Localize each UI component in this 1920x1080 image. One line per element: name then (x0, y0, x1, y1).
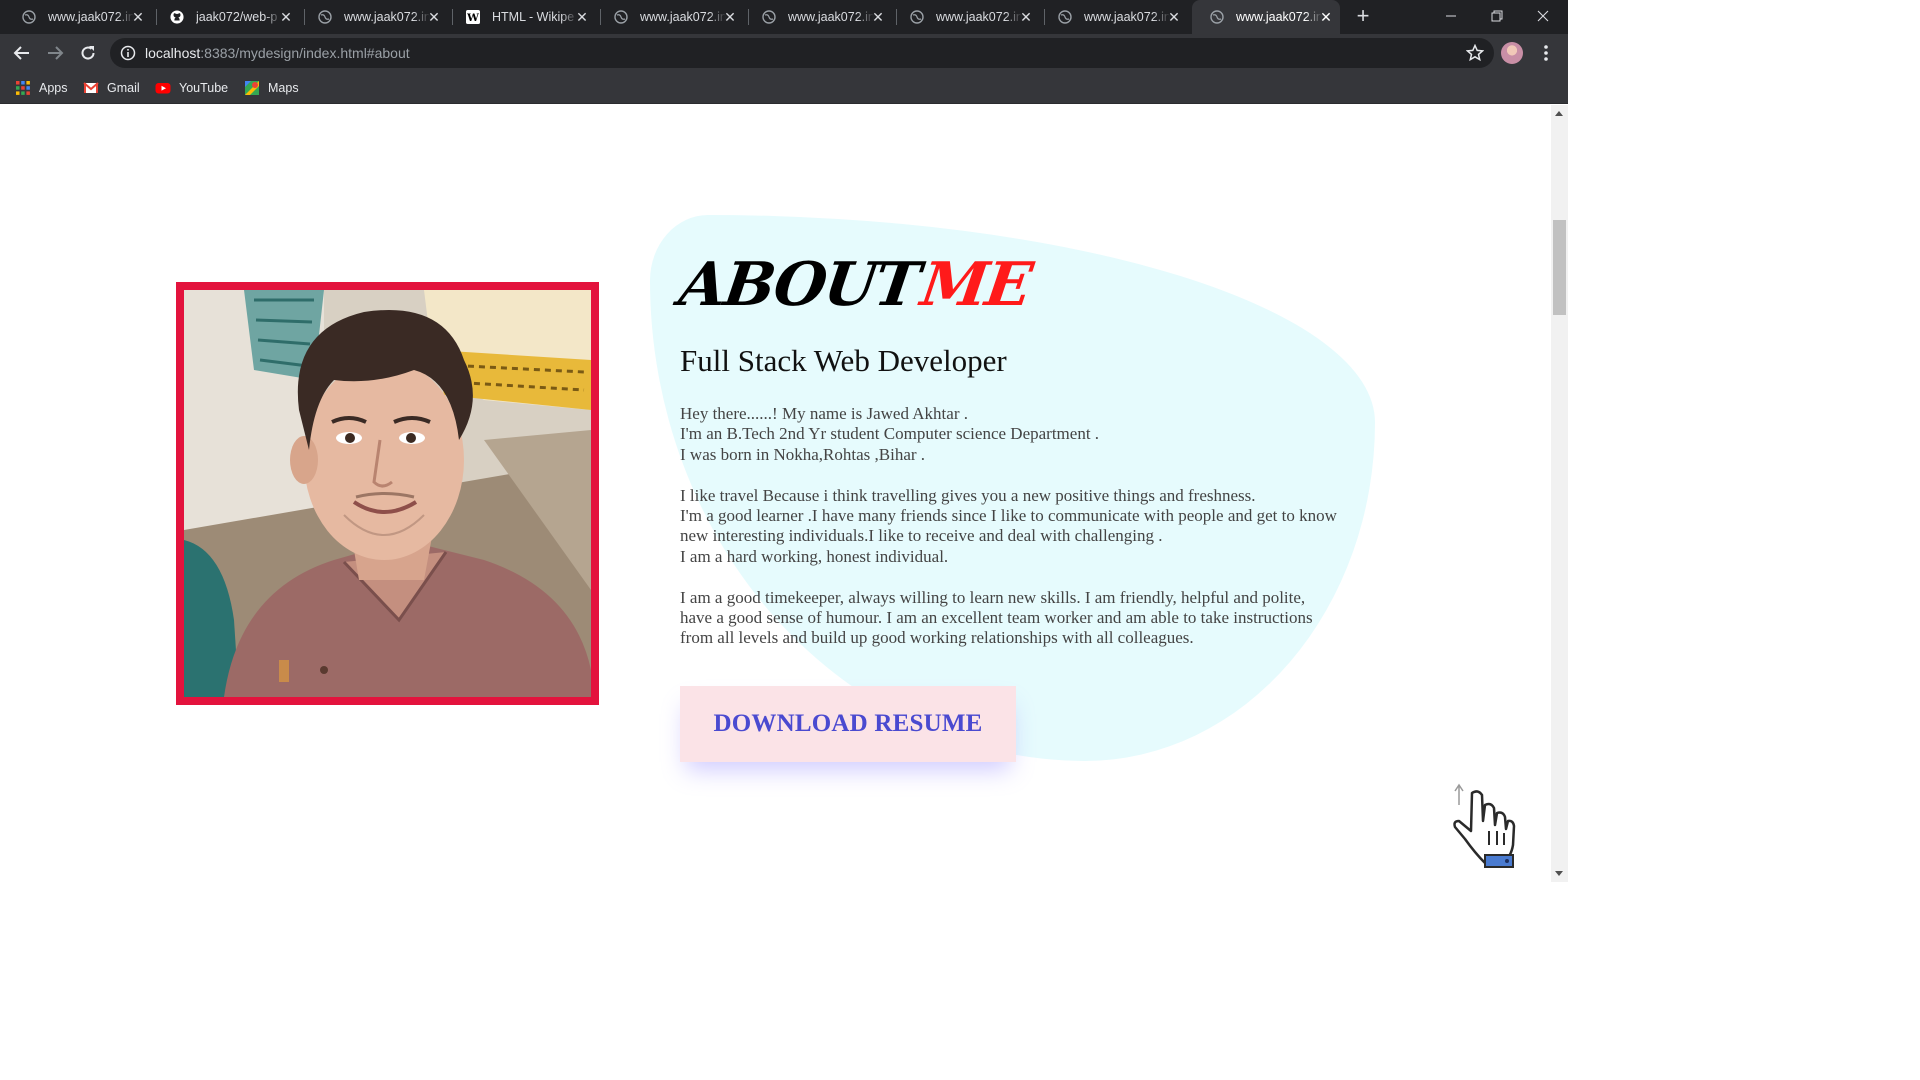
menu-kebab-icon[interactable] (1538, 43, 1554, 63)
tab-active[interactable]: www.jaak072.in ✕ (1192, 0, 1340, 34)
hand-pointer-cursor-icon (1453, 783, 1516, 868)
reload-button[interactable] (76, 41, 100, 65)
tab[interactable]: www.jaak072.in ✕ (596, 0, 744, 34)
close-icon[interactable]: ✕ (1318, 9, 1334, 25)
bio-paragraph: Hey there......! My name is Jawed Akhtar… (680, 404, 1340, 465)
apps-grid-icon (16, 81, 30, 95)
about-heading-word: ABOUT (675, 250, 923, 320)
tab[interactable]: www.jaak072.in ✕ (4, 0, 152, 34)
globe-icon (318, 10, 332, 24)
tab-title: www.jaak072.in (1236, 10, 1322, 24)
bio-line: I am a good timekeeper, always willing t… (680, 587, 1313, 648)
restore-icon (1491, 10, 1503, 22)
bio-line: I'm a good learner .I have many friends … (680, 506, 1337, 546)
globe-icon (1058, 10, 1072, 24)
globe-icon (910, 10, 924, 24)
tab-strip: www.jaak072.in ✕ jaak072/web-p ✕ www.jaa… (0, 0, 1568, 34)
bio-line: I like travel Because i think travelling… (680, 485, 1256, 505)
tab-title: www.jaak072.in (640, 10, 726, 24)
bookmarks-bar: Apps Gmail YouTube Maps (0, 72, 1568, 104)
bookmark-star-icon (1466, 44, 1484, 62)
close-icon[interactable]: ✕ (870, 9, 886, 25)
url-host: localhost (145, 45, 201, 61)
tab[interactable]: www.jaak072.in ✕ (1040, 0, 1188, 34)
about-heading-accent: ME (916, 250, 1035, 320)
close-icon[interactable]: ✕ (722, 9, 738, 25)
download-resume-button[interactable]: DOWNLOAD RESUME (680, 686, 1016, 762)
about-heading: ABOUTME (675, 250, 1035, 320)
globe-icon (1210, 10, 1224, 24)
bio-line: Hey there......! My name is Jawed Akhtar… (680, 404, 968, 423)
tab-title: www.jaak072.in (344, 10, 430, 24)
scrollbar-thumb[interactable] (1553, 220, 1566, 315)
profile-photo-frame (176, 282, 599, 705)
bookmark-label: Apps (39, 81, 68, 95)
bio-line: I was born in Nokha,Rohtas ,Bihar . (680, 444, 926, 464)
wikipedia-icon: W (466, 10, 480, 24)
url-path: :8383/mydesign/index.html#about (200, 45, 410, 61)
minimize-button[interactable] (1428, 0, 1474, 32)
profile-photo (184, 290, 591, 697)
minimize-icon (1446, 15, 1456, 17)
maps-icon (245, 81, 259, 95)
restore-button[interactable] (1474, 0, 1520, 32)
globe-icon (614, 10, 628, 24)
globe-icon (762, 10, 776, 24)
github-icon (170, 10, 184, 24)
close-icon[interactable]: ✕ (1018, 9, 1034, 25)
tab-title: www.jaak072.in (48, 10, 134, 24)
close-icon[interactable]: ✕ (574, 9, 590, 25)
tab-title: www.jaak072.in (1084, 10, 1170, 24)
bio-text: Hey there......! My name is Jawed Akhtar… (680, 404, 1340, 669)
tab[interactable]: jaak072/web-p ✕ (152, 0, 300, 34)
tab-title: jaak072/web-p (196, 10, 278, 24)
scroll-down-arrow-icon[interactable] (1555, 871, 1563, 876)
window-close-button[interactable] (1520, 0, 1566, 32)
bookmark-youtube[interactable]: YouTube (155, 78, 228, 98)
close-icon[interactable]: ✕ (130, 9, 146, 25)
tab-title: www.jaak072.in (788, 10, 874, 24)
close-icon[interactable]: ✕ (1166, 9, 1182, 25)
bookmark-apps[interactable]: Apps (15, 78, 68, 98)
info-icon (120, 45, 136, 61)
bookmark-label: YouTube (179, 81, 229, 95)
url-text[interactable]: localhost:8383/mydesign/index.html#about (145, 45, 410, 61)
tab[interactable]: www.jaak072.in ✕ (892, 0, 1040, 34)
bio-line: I'm an B.Tech 2nd Yr student Computer sc… (680, 424, 1100, 444)
bookmark-maps[interactable]: Maps (244, 78, 299, 98)
bio-line: I am a hard working, honest individual. (680, 546, 949, 566)
page-viewport: ABOUTME Full Stack Web Developer Hey the… (0, 105, 1551, 882)
forward-arrow-icon (48, 46, 64, 60)
forward-button[interactable] (43, 41, 67, 65)
new-tab-button[interactable]: + (1352, 5, 1374, 27)
bookmark-label: Gmail (107, 81, 140, 95)
role-subtitle: Full Stack Web Developer (680, 343, 1007, 378)
browser-toolbar: localhost:8383/mydesign/index.html#about (0, 34, 1568, 72)
gmail-icon (83, 82, 99, 93)
back-button[interactable] (10, 41, 34, 65)
close-icon[interactable]: ✕ (278, 9, 294, 25)
bio-paragraph: I like travel Because i think travelling… (680, 486, 1340, 568)
reload-icon (81, 46, 95, 60)
tab-title: www.jaak072.in (936, 10, 1022, 24)
profile-avatar[interactable] (1501, 42, 1523, 64)
bookmark-label: Maps (268, 81, 299, 95)
page-scrollbar[interactable] (1551, 105, 1568, 882)
close-icon (1537, 10, 1549, 22)
scroll-up-arrow-icon[interactable] (1555, 111, 1563, 116)
svg-text:W: W (466, 12, 479, 24)
youtube-icon (155, 83, 171, 94)
tab[interactable]: www.jaak072.in ✕ (744, 0, 892, 34)
tab[interactable]: www.jaak072.in ✕ (300, 0, 448, 34)
bookmark-gmail[interactable]: Gmail (83, 78, 140, 98)
back-arrow-icon (13, 46, 29, 60)
tab-title: HTML - Wikipe (492, 10, 575, 24)
close-icon[interactable]: ✕ (426, 9, 442, 25)
address-bar[interactable]: localhost:8383/mydesign/index.html#about (110, 38, 1494, 68)
bio-paragraph: I am a good timekeeper, always willing t… (680, 588, 1340, 649)
globe-icon (22, 10, 36, 24)
tab[interactable]: W HTML - Wikipe ✕ (448, 0, 596, 34)
